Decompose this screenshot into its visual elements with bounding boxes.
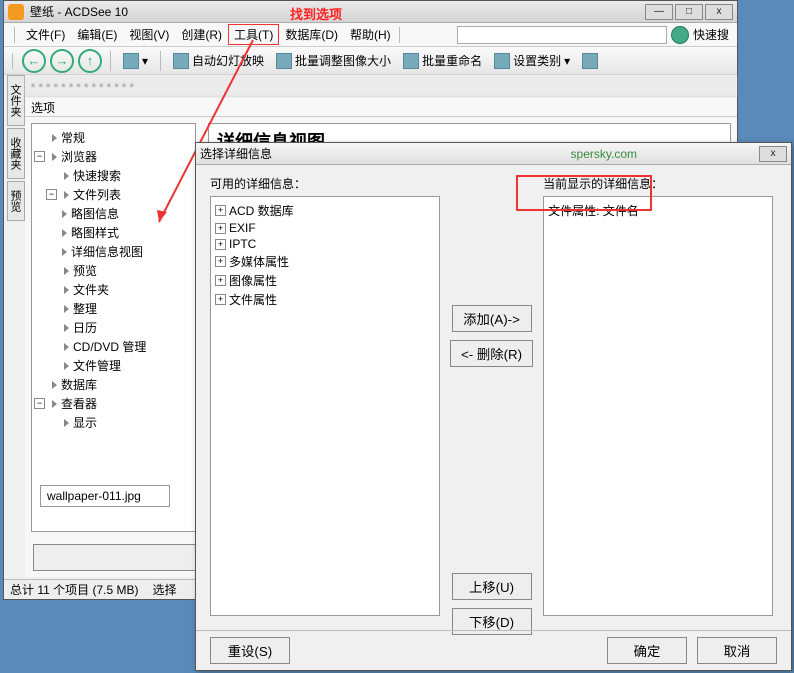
tree-quick-search[interactable]: 快速搜索 bbox=[73, 167, 121, 184]
quick-search-input[interactable] bbox=[457, 26, 667, 44]
tree-browser[interactable]: 浏览器 bbox=[61, 148, 97, 165]
status-selected: 选择 bbox=[152, 581, 176, 598]
ok-button[interactable]: 确定 bbox=[607, 637, 687, 664]
current-listbox[interactable]: 文件属性: 文件名 bbox=[543, 196, 773, 616]
add-button[interactable]: 添加(A)-> bbox=[452, 305, 532, 332]
tree-folder[interactable]: 文件夹 bbox=[73, 281, 109, 298]
expand-icon[interactable]: + bbox=[215, 239, 226, 250]
tree-general[interactable]: 常规 bbox=[61, 129, 85, 146]
available-listbox[interactable]: +ACD 数据库 +EXIF +IPTC +多媒体属性 +图像属性 +文件属性 bbox=[210, 196, 440, 616]
tree-calendar[interactable]: 日历 bbox=[73, 319, 97, 336]
watermark: spersky.com bbox=[571, 147, 637, 161]
remove-button[interactable]: <- 删除(R) bbox=[450, 340, 533, 367]
cancel-button[interactable]: 取消 bbox=[697, 637, 777, 664]
maximize-button[interactable]: □ bbox=[675, 4, 703, 20]
collapse-icon[interactable]: − bbox=[34, 151, 45, 162]
tree-organize[interactable]: 整理 bbox=[73, 300, 97, 317]
list-item: +EXIF bbox=[215, 220, 435, 236]
blurred-toolbar-row: ▪ ▪ ▪ ▪ ▪ ▪ ▪ ▪ ▪ ▪ ▪ ▪ ▪ ▪ bbox=[25, 75, 737, 97]
main-titlebar: 壁纸 - ACDSee 10 — □ x bbox=[4, 1, 737, 23]
batch-rename-button[interactable]: 批量重命名 bbox=[399, 50, 486, 71]
expand-icon[interactable]: + bbox=[215, 294, 226, 305]
import-button[interactable]: ▾ bbox=[119, 51, 152, 71]
side-tabs: 文件夹 收藏夹 预览 bbox=[7, 75, 25, 223]
tree-display[interactable]: 显示 bbox=[73, 414, 97, 431]
tree-thumb-info[interactable]: 略图信息 bbox=[71, 205, 119, 222]
tree-preview[interactable]: 预览 bbox=[73, 262, 97, 279]
menu-help[interactable]: 帮助(H) bbox=[344, 24, 397, 45]
forward-button[interactable]: → bbox=[50, 49, 74, 73]
dialog-title: 选择详细信息 bbox=[200, 145, 272, 162]
tree-database[interactable]: 数据库 bbox=[61, 376, 97, 393]
menu-create[interactable]: 创建(R) bbox=[175, 24, 228, 45]
menu-view[interactable]: 视图(V) bbox=[123, 24, 175, 45]
category-icon bbox=[494, 53, 510, 69]
app-icon bbox=[8, 4, 24, 20]
menu-edit[interactable]: 编辑(E) bbox=[71, 24, 123, 45]
list-item: +IPTC bbox=[215, 236, 435, 252]
annotation-highlight-box bbox=[516, 175, 652, 211]
misc-icon bbox=[582, 53, 598, 69]
collapse-icon[interactable]: − bbox=[34, 398, 45, 409]
side-tab-folder[interactable]: 文件夹 bbox=[7, 75, 25, 126]
menu-file[interactable]: 文件(F) bbox=[20, 24, 71, 45]
annotation-label: 找到选项 bbox=[290, 4, 342, 23]
available-label: 可用的详细信息： bbox=[210, 175, 440, 192]
list-item: +多媒体属性 bbox=[215, 252, 435, 271]
tree-thumb-style[interactable]: 略图样式 bbox=[71, 224, 119, 241]
rename-icon bbox=[403, 53, 419, 69]
batch-resize-button[interactable]: 批量调整图像大小 bbox=[272, 50, 395, 71]
close-button[interactable]: x bbox=[705, 4, 733, 20]
tree-detail-view[interactable]: 详细信息视图 bbox=[71, 243, 143, 260]
expand-icon[interactable]: + bbox=[215, 256, 226, 267]
list-item: +文件属性 bbox=[215, 290, 435, 309]
quick-search-label: 快速搜 bbox=[693, 26, 729, 43]
dialog-close-button[interactable]: x bbox=[759, 146, 787, 162]
options-tree[interactable]: 常规 − 浏览器 快速搜索 − 文件列表 略图信息 略图样式 详细信息视图 预览 文… bbox=[31, 123, 196, 532]
tree-viewer[interactable]: 查看器 bbox=[61, 395, 97, 412]
tree-file-mgmt[interactable]: 文件管理 bbox=[73, 357, 121, 374]
tree-cd-dvd[interactable]: CD/DVD 管理 bbox=[73, 338, 146, 355]
auto-slideshow-button[interactable]: 自动幻灯放映 bbox=[169, 50, 268, 71]
expand-icon[interactable]: + bbox=[215, 223, 226, 234]
side-tab-preview[interactable]: 预览 bbox=[7, 181, 25, 221]
toolbar: ← → ↑ ▾ 自动幻灯放映 批量调整图像大小 批量重命名 设置类别▾ bbox=[4, 47, 737, 75]
slideshow-icon bbox=[173, 53, 189, 69]
menu-database[interactable]: 数据库(D) bbox=[279, 24, 344, 45]
up-button[interactable]: ↑ bbox=[78, 49, 102, 73]
set-category-button[interactable]: 设置类别▾ bbox=[490, 50, 574, 71]
status-total: 总计 11 个项目 (7.5 MB) bbox=[10, 581, 138, 598]
tree-file-list[interactable]: 文件列表 bbox=[73, 186, 121, 203]
misc-button[interactable] bbox=[578, 51, 602, 71]
resize-icon bbox=[276, 53, 292, 69]
options-label: 选项 bbox=[25, 97, 737, 117]
import-icon bbox=[123, 53, 139, 69]
dialog-titlebar: 选择详细信息 spersky.com x bbox=[196, 143, 791, 165]
minimize-button[interactable]: — bbox=[645, 4, 673, 20]
select-detail-dialog: 选择详细信息 spersky.com x 可用的详细信息： +ACD 数据库 +… bbox=[195, 142, 792, 671]
collapse-icon[interactable]: − bbox=[46, 189, 57, 200]
menu-tools[interactable]: 工具(T) bbox=[228, 24, 279, 45]
go-button[interactable] bbox=[671, 26, 689, 44]
thumbnail-filename[interactable]: wallpaper-011.jpg bbox=[40, 485, 170, 507]
side-tab-favorites[interactable]: 收藏夹 bbox=[7, 128, 25, 179]
move-up-button[interactable]: 上移(U) bbox=[452, 573, 532, 600]
reset-button[interactable]: 重设(S) bbox=[210, 637, 290, 664]
expand-icon[interactable]: + bbox=[215, 205, 226, 216]
dialog-footer: 重设(S) 确定 取消 bbox=[196, 630, 791, 670]
expand-icon[interactable]: + bbox=[215, 275, 226, 286]
list-item: +ACD 数据库 bbox=[215, 201, 435, 220]
back-button[interactable]: ← bbox=[22, 49, 46, 73]
menubar: 文件(F) 编辑(E) 视图(V) 创建(R) 工具(T) 数据库(D) 帮助(… bbox=[4, 23, 737, 47]
list-item: +图像属性 bbox=[215, 271, 435, 290]
